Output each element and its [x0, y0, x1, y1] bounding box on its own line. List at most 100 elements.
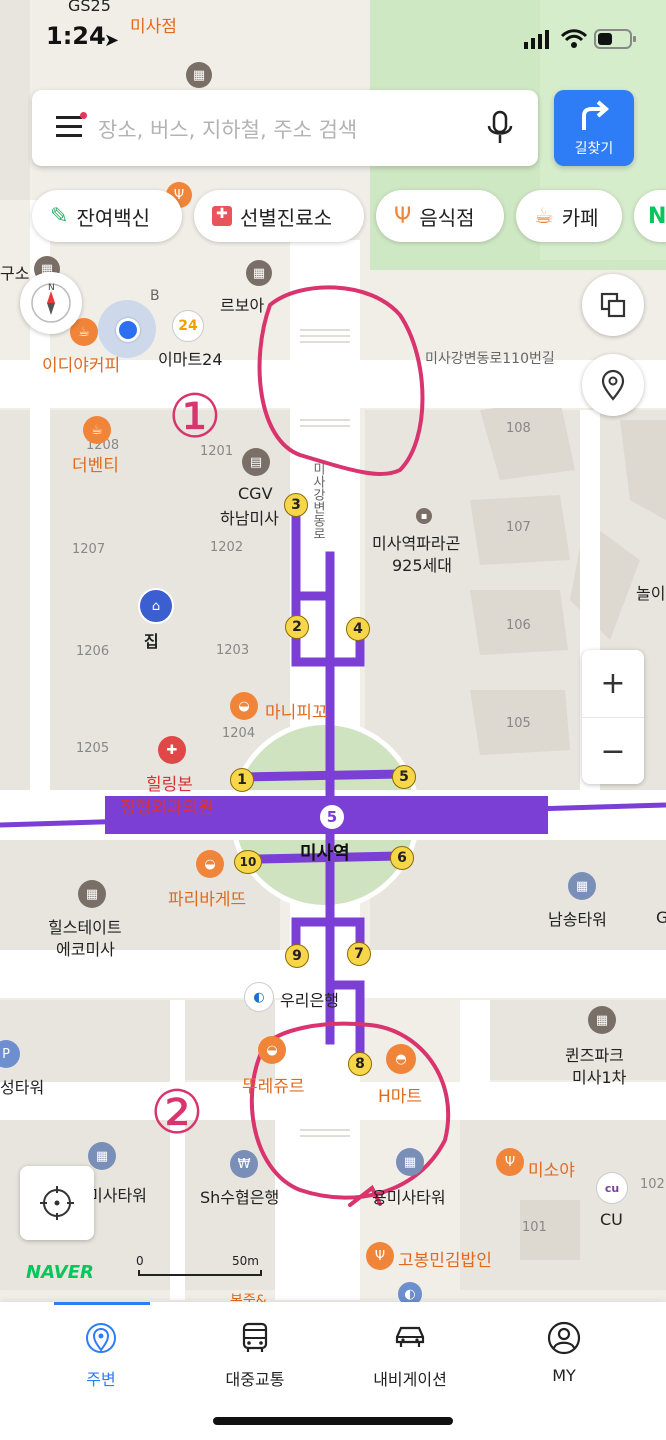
- annotation-label-1: ①: [168, 382, 222, 452]
- subway-exit-10[interactable]: 10: [234, 850, 262, 874]
- chip-screening-clinic[interactable]: ✚ 선별진료소: [194, 190, 364, 242]
- tab-nearby[interactable]: 주변: [41, 1320, 161, 1390]
- label-healing1: 힐링본: [146, 775, 193, 795]
- label-yongmisa: 용미사타워: [372, 1188, 446, 1207]
- bank-pin-icon[interactable]: ₩: [230, 1150, 258, 1178]
- subway-exit-4[interactable]: 4: [346, 617, 370, 641]
- tab-my[interactable]: MY: [504, 1320, 624, 1385]
- building-number: 1202: [210, 540, 244, 555]
- layers-button[interactable]: [582, 274, 644, 336]
- tab-public-transit-label: 대중교통: [225, 1370, 285, 1389]
- label-paragon1: 미사역파라곤: [372, 534, 461, 553]
- label-paris: 파리바게뜨: [168, 890, 247, 910]
- active-tab-indicator: [54, 1302, 150, 1305]
- car-icon: [395, 1326, 425, 1347]
- label-rebo: 르보아: [220, 296, 265, 315]
- subway-exit-6[interactable]: 6: [390, 846, 414, 870]
- cinema-pin-icon[interactable]: ▤: [242, 448, 270, 476]
- chip-cafe[interactable]: ☕ 카페: [516, 190, 622, 242]
- home-indicator[interactable]: [213, 1417, 453, 1425]
- subway-exit-8[interactable]: 8: [348, 1052, 372, 1076]
- directions-button[interactable]: 길찾기: [554, 90, 634, 166]
- annotation-label-2: ②: [150, 1078, 204, 1148]
- zoom-out-button[interactable]: −: [582, 718, 644, 785]
- building-number: 1203: [216, 643, 250, 658]
- building-pin-icon[interactable]: ▦: [396, 1148, 424, 1176]
- bakery-pin-icon[interactable]: ◒: [230, 692, 258, 720]
- mart-pin-icon[interactable]: ◓: [386, 1044, 416, 1074]
- label-misoya: 미소야: [528, 1161, 575, 1181]
- label-tous: 뚜레쥬르: [242, 1077, 305, 1097]
- label-hmart: H마트: [378, 1087, 423, 1107]
- bakery-pin-icon[interactable]: ◒: [258, 1036, 286, 1064]
- label-station: 미사역: [300, 843, 350, 864]
- chip-screening-label: 선별진료소: [240, 205, 332, 230]
- search-input[interactable]: 장소, 버스, 지하철, 주소 검색: [98, 114, 357, 144]
- bank-pin-icon[interactable]: ◐: [244, 982, 274, 1012]
- food-pin-icon[interactable]: Ψ: [366, 1242, 394, 1270]
- building-pin-icon[interactable]: ▦: [246, 260, 272, 286]
- building-number: 107: [506, 520, 531, 535]
- label-queens1: 퀸즈파크: [565, 1046, 624, 1065]
- home-pin-icon[interactable]: ⌂: [138, 588, 174, 624]
- label-paragon2: 925세대: [392, 556, 452, 575]
- layers-icon: [600, 292, 626, 318]
- scale-distance-label: 50m: [232, 1254, 259, 1268]
- building-pin-icon[interactable]: ▦: [588, 1006, 616, 1034]
- building-number: 105: [506, 716, 531, 731]
- bakery-pin-icon[interactable]: ◒: [196, 850, 224, 878]
- label-queens2: 미사1차: [572, 1068, 627, 1087]
- search-bar[interactable]: 장소, 버스, 지하철, 주소 검색: [32, 90, 538, 166]
- microphone-icon[interactable]: [486, 110, 514, 146]
- cu-pin-icon[interactable]: cu: [596, 1172, 628, 1204]
- zoom-in-button[interactable]: +: [582, 650, 644, 718]
- chip-vaccine-label: 잔여백신: [76, 205, 151, 230]
- building-number: 106: [506, 618, 531, 633]
- naver-n-icon: N: [648, 203, 666, 229]
- cafe-pin-icon[interactable]: ☕: [83, 416, 111, 444]
- hospital-pin-icon[interactable]: ✚: [158, 736, 186, 764]
- wifi-icon: [560, 29, 588, 48]
- building-pin-icon[interactable]: ▦: [78, 880, 106, 908]
- food-pin-icon[interactable]: Ψ: [496, 1148, 524, 1176]
- chip-restaurant-label: 음식점: [419, 205, 475, 230]
- chip-restaurant[interactable]: Ψ 음식점: [376, 190, 504, 242]
- building-number: 102: [640, 1177, 665, 1192]
- status-time: 1:24: [46, 22, 106, 50]
- label-hillstate1: 힐스테이트: [48, 918, 122, 937]
- building-number: 1205: [76, 741, 110, 756]
- tab-public-transit[interactable]: 대중교통: [195, 1320, 315, 1390]
- subway-exit-2[interactable]: 2: [285, 615, 309, 639]
- subway-exit-3[interactable]: 3: [284, 493, 308, 517]
- label-the-venti: 더벤티: [72, 456, 119, 476]
- menu-icon[interactable]: [56, 112, 87, 140]
- label-manipiggu: 마니피꼬: [265, 703, 328, 723]
- zoom-control[interactable]: + −: [582, 650, 644, 784]
- status-bar: 1:24 ➤: [0, 0, 666, 80]
- building-number: 108: [506, 421, 531, 436]
- label-gu-so: 구소: [0, 264, 30, 283]
- saved-places-button[interactable]: [582, 354, 644, 416]
- bus-icon: [242, 1322, 268, 1352]
- emart24-badge-icon[interactable]: 24: [172, 310, 204, 342]
- building-pin-icon[interactable]: ▦: [88, 1142, 116, 1170]
- compass-button[interactable]: N: [20, 272, 82, 334]
- subway-exit-7[interactable]: 7: [347, 942, 371, 966]
- subway-exit-5[interactable]: 5: [392, 765, 416, 789]
- subway-exit-1[interactable]: 1: [230, 768, 254, 792]
- compass-icon: N: [31, 283, 71, 323]
- scale-bar: 0 50m: [136, 1254, 262, 1278]
- building-number: 1206: [76, 644, 110, 659]
- tab-navigation[interactable]: 내비게이션: [350, 1320, 470, 1390]
- building-pin-icon[interactable]: ▦: [568, 872, 596, 900]
- subway-exit-9[interactable]: 9: [285, 944, 309, 968]
- label-cgv2: 하남미사: [220, 509, 279, 528]
- my-location-button[interactable]: [20, 1166, 94, 1240]
- label-namsong: 남송타워: [548, 910, 607, 929]
- chip-vaccine[interactable]: ✎ 잔여백신: [32, 190, 182, 242]
- tab-navigation-label: 내비게이션: [373, 1370, 447, 1389]
- fork-knife-icon: Ψ: [394, 203, 412, 229]
- label-healing2: 정형외과의원: [120, 798, 214, 818]
- label-road-vertical: 미사강변동로: [310, 462, 325, 540]
- building-pin-icon[interactable]: ▪: [416, 508, 432, 524]
